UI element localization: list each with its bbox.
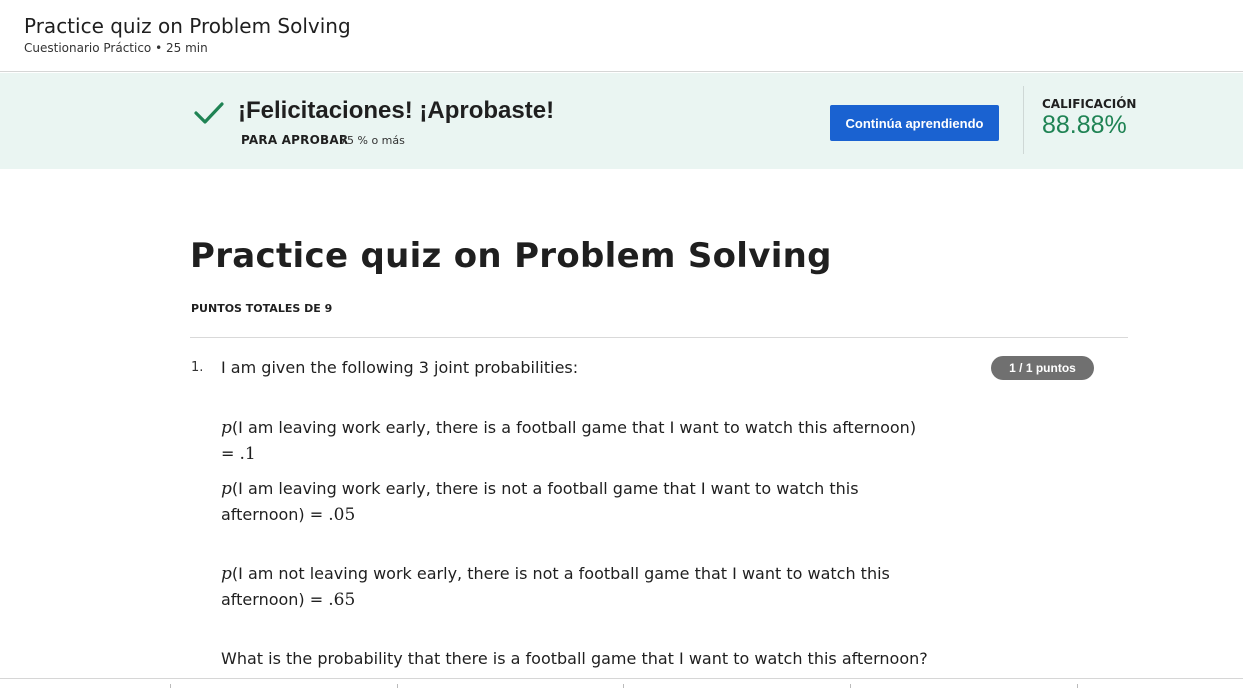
toolbar-divider xyxy=(623,684,624,688)
bottom-toolbar xyxy=(0,678,1243,688)
probability-text: (I am leaving work early, there is a foo… xyxy=(221,418,917,463)
header-subtitle: Cuestionario Práctico • 25 min xyxy=(24,41,208,55)
toolbar-divider xyxy=(397,684,398,688)
check-icon xyxy=(194,102,224,124)
question-prompt: What is the probability that there is a … xyxy=(221,649,928,668)
question-number: 1. xyxy=(191,360,204,375)
grade-value: 88.88% xyxy=(1042,111,1127,139)
question-intro: I am given the following 3 joint probabi… xyxy=(221,358,579,377)
pass-label: PARA APROBAR xyxy=(241,133,349,147)
page-header: Practice quiz on Problem Solving Cuestio… xyxy=(0,0,1243,72)
total-points: PUNTOS TOTALES DE 9 xyxy=(191,302,333,315)
probability-item: p(I am leaving work early, there is a fo… xyxy=(221,415,921,467)
probability-value: .65 xyxy=(328,590,356,610)
header-title: Practice quiz on Problem Solving xyxy=(24,14,351,38)
probability-item: p(I am leaving work early, there is not … xyxy=(221,476,921,528)
probability-value: .05 xyxy=(328,505,356,525)
banner-divider xyxy=(1023,86,1024,154)
pass-value: 75 % o más xyxy=(340,134,405,147)
probability-var: p xyxy=(221,479,232,499)
grade-label: CALIFICACIÓN xyxy=(1042,97,1137,111)
probability-text: (I am leaving work early, there is not a… xyxy=(221,479,859,524)
probability-value: .1 xyxy=(239,444,256,464)
toolbar-divider xyxy=(1077,684,1078,688)
quiz-title: Practice quiz on Problem Solving xyxy=(190,236,832,276)
points-badge: 1 / 1 puntos xyxy=(991,356,1094,380)
toolbar-divider xyxy=(850,684,851,688)
probability-item: p(I am not leaving work early, there is … xyxy=(221,561,921,613)
toolbar-divider xyxy=(170,684,171,688)
continue-learning-button[interactable]: Continúa aprendiendo xyxy=(830,105,999,141)
congrats-title: ¡Felicitaciones! ¡Aprobaste! xyxy=(238,97,555,124)
section-divider xyxy=(190,337,1128,338)
probability-text: (I am not leaving work early, there is n… xyxy=(221,564,890,609)
probability-var: p xyxy=(221,564,232,584)
probability-var: p xyxy=(221,418,232,438)
